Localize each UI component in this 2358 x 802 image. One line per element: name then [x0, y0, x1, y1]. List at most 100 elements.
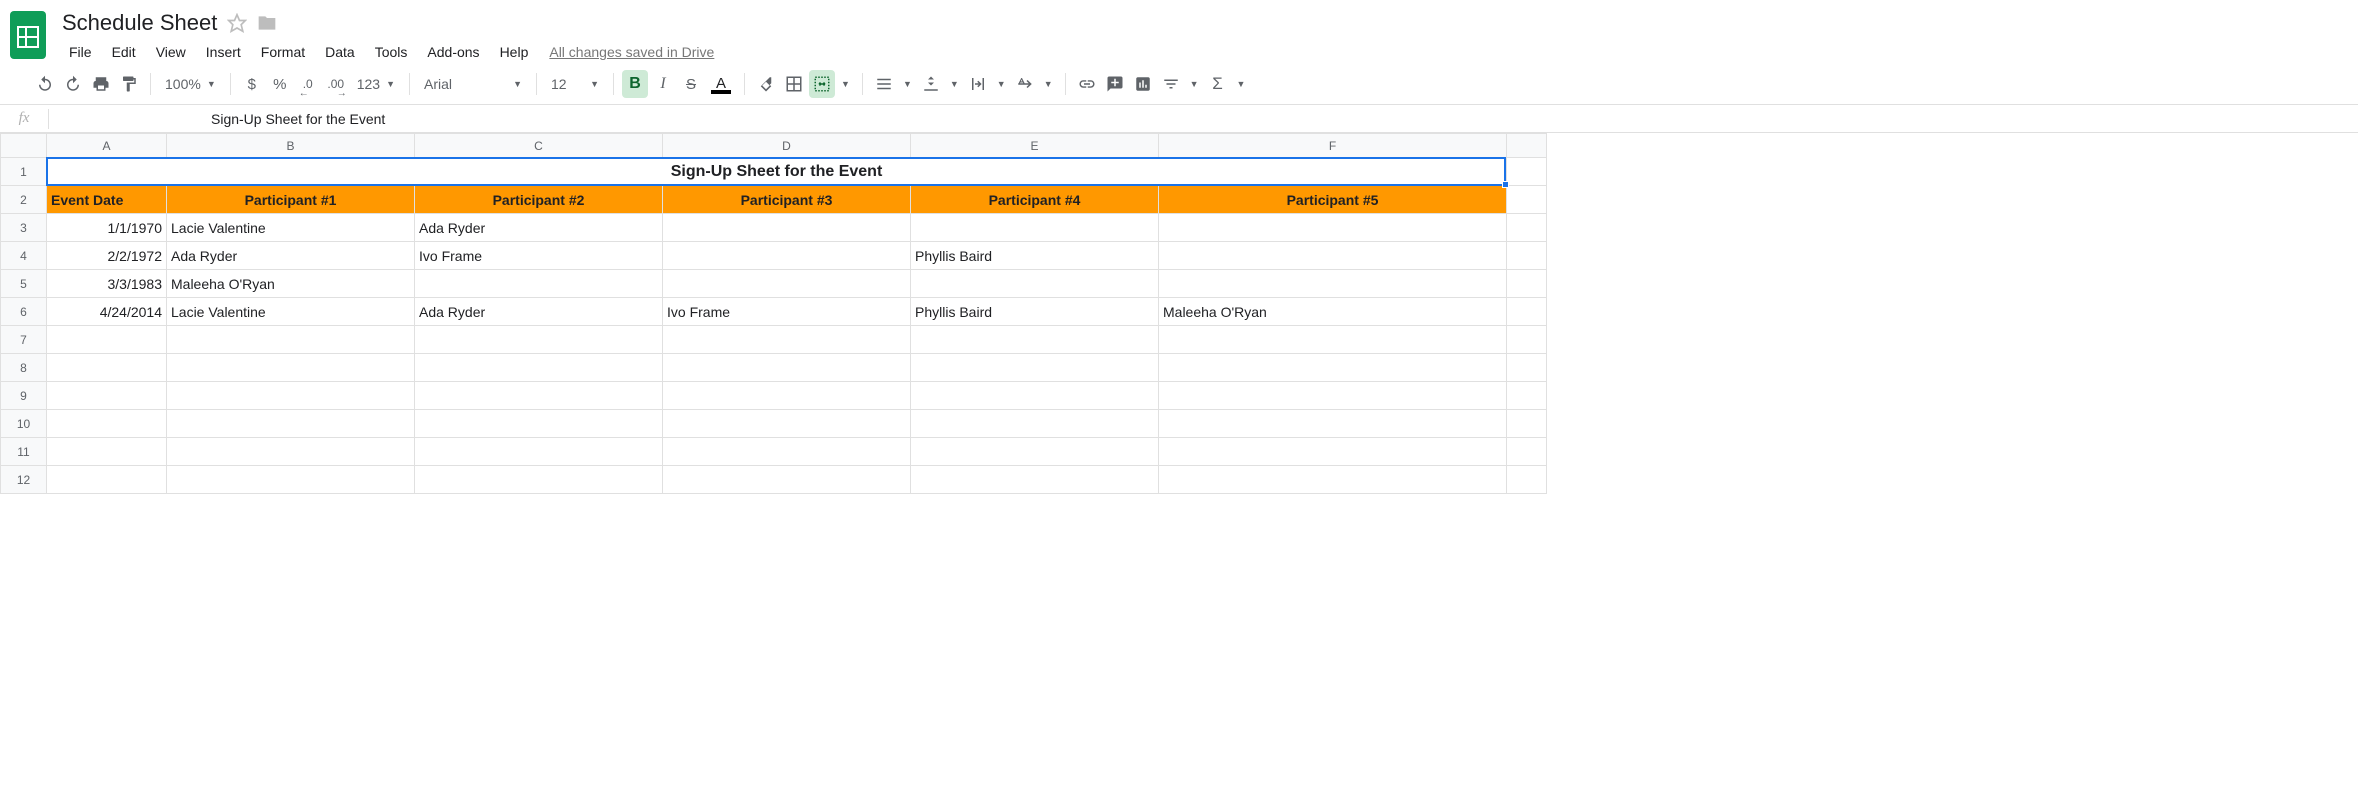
cell[interactable] [1507, 438, 1547, 466]
percent-button[interactable]: % [267, 70, 293, 98]
row-header-4[interactable]: 4 [1, 242, 47, 270]
cell[interactable] [47, 382, 167, 410]
valign-dropdown-icon[interactable]: ▼ [946, 79, 963, 89]
cell[interactable] [167, 326, 415, 354]
cell[interactable] [663, 382, 911, 410]
row-header-3[interactable]: 3 [1, 214, 47, 242]
cell-header-p1[interactable]: Participant #1 [167, 186, 415, 214]
filter-dropdown-icon[interactable]: ▼ [1186, 79, 1203, 89]
spreadsheet-grid[interactable]: A B C D E F 1 Sign-Up Sheet for the Even… [0, 133, 1547, 494]
cell[interactable] [415, 466, 663, 494]
filter-button[interactable] [1158, 70, 1184, 98]
menu-view[interactable]: View [147, 40, 195, 64]
cell[interactable] [47, 438, 167, 466]
cell[interactable]: 3/3/1983 [47, 270, 167, 298]
sheets-logo[interactable] [8, 8, 48, 62]
cell-header-p4[interactable]: Participant #4 [911, 186, 1159, 214]
row-header-12[interactable]: 12 [1, 466, 47, 494]
insert-link-button[interactable] [1074, 70, 1100, 98]
cell[interactable] [1507, 354, 1547, 382]
star-icon[interactable] [227, 13, 247, 33]
cell[interactable] [911, 438, 1159, 466]
strikethrough-button[interactable]: S [678, 70, 704, 98]
col-header-f[interactable]: F [1159, 134, 1507, 158]
horizontal-align-button[interactable] [871, 70, 897, 98]
menu-insert[interactable]: Insert [197, 40, 250, 64]
cell[interactable] [663, 326, 911, 354]
cell[interactable]: Lacie Valentine [167, 298, 415, 326]
cell[interactable] [415, 410, 663, 438]
cell[interactable] [663, 242, 911, 270]
col-header-c[interactable]: C [415, 134, 663, 158]
text-color-button[interactable]: A [706, 70, 736, 98]
cell-header-p3[interactable]: Participant #3 [663, 186, 911, 214]
decrease-decimal-button[interactable]: .0← [295, 70, 321, 98]
cell[interactable] [911, 410, 1159, 438]
zoom-dropdown[interactable]: 100%▼ [159, 70, 222, 98]
halign-dropdown-icon[interactable]: ▼ [899, 79, 916, 89]
cell[interactable]: Ada Ryder [415, 214, 663, 242]
cell[interactable] [167, 410, 415, 438]
cell-header-p5[interactable]: Participant #5 [1159, 186, 1507, 214]
wrap-dropdown-icon[interactable]: ▼ [993, 79, 1010, 89]
cell[interactable] [1507, 242, 1547, 270]
menu-file[interactable]: File [60, 40, 101, 64]
fill-color-button[interactable] [753, 70, 779, 98]
menu-help[interactable]: Help [491, 40, 538, 64]
select-all-corner[interactable] [1, 134, 47, 158]
menu-edit[interactable]: Edit [103, 40, 145, 64]
cell[interactable] [1507, 466, 1547, 494]
currency-button[interactable]: $ [239, 70, 265, 98]
italic-button[interactable]: I [650, 70, 676, 98]
font-dropdown[interactable]: Arial▼ [418, 70, 528, 98]
increase-decimal-button[interactable]: .00→ [323, 70, 349, 98]
bold-button[interactable]: B [622, 70, 648, 98]
functions-button[interactable]: Σ [1205, 70, 1231, 98]
cell[interactable]: 4/24/2014 [47, 298, 167, 326]
redo-button[interactable] [60, 70, 86, 98]
cell[interactable] [1159, 438, 1507, 466]
cell[interactable]: Phyllis Baird [911, 242, 1159, 270]
borders-button[interactable] [781, 70, 807, 98]
cell[interactable] [663, 354, 911, 382]
functions-dropdown-icon[interactable]: ▼ [1233, 79, 1250, 89]
col-header-e[interactable]: E [911, 134, 1159, 158]
text-rotation-button[interactable] [1012, 70, 1038, 98]
undo-button[interactable] [32, 70, 58, 98]
saved-status[interactable]: All changes saved in Drive [539, 40, 724, 64]
cell[interactable] [1507, 186, 1547, 214]
menu-format[interactable]: Format [252, 40, 314, 64]
cell[interactable] [415, 354, 663, 382]
cell[interactable] [1507, 382, 1547, 410]
paint-format-button[interactable] [116, 70, 142, 98]
cell[interactable] [1159, 242, 1507, 270]
cell[interactable] [663, 214, 911, 242]
cell[interactable] [663, 438, 911, 466]
cell[interactable] [47, 466, 167, 494]
cell[interactable] [663, 466, 911, 494]
cell[interactable] [167, 354, 415, 382]
cell[interactable] [415, 382, 663, 410]
cell-title[interactable]: Sign-Up Sheet for the Event [47, 158, 1507, 186]
menu-addons[interactable]: Add-ons [418, 40, 488, 64]
cell[interactable]: 1/1/1970 [47, 214, 167, 242]
text-wrap-button[interactable] [965, 70, 991, 98]
cell[interactable] [911, 466, 1159, 494]
cell[interactable] [1507, 326, 1547, 354]
cell[interactable]: Ivo Frame [415, 242, 663, 270]
col-header-extra[interactable] [1507, 134, 1547, 158]
cell[interactable] [663, 410, 911, 438]
cell[interactable] [1159, 326, 1507, 354]
row-header-6[interactable]: 6 [1, 298, 47, 326]
col-header-a[interactable]: A [47, 134, 167, 158]
cell[interactable] [415, 270, 663, 298]
row-header-7[interactable]: 7 [1, 326, 47, 354]
cell[interactable]: Ivo Frame [663, 298, 911, 326]
print-button[interactable] [88, 70, 114, 98]
cell[interactable] [1159, 410, 1507, 438]
cell[interactable] [1159, 382, 1507, 410]
cell-header-date[interactable]: Event Date [47, 186, 167, 214]
cell[interactable] [1507, 410, 1547, 438]
selection-handle[interactable] [1502, 181, 1509, 188]
cell[interactable] [47, 410, 167, 438]
